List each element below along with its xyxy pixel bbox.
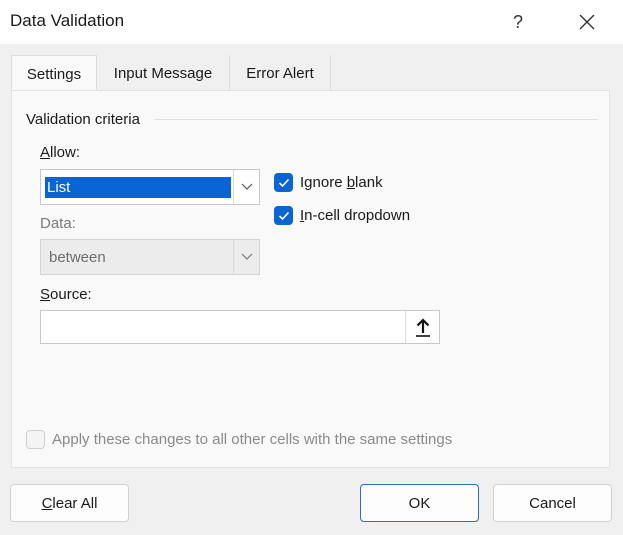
- in-cell-dropdown-check[interactable]: [274, 206, 293, 225]
- group-divider: [155, 119, 598, 120]
- tab-error-alert[interactable]: Error Alert: [230, 55, 331, 91]
- tab-settings-label: Settings: [26, 66, 82, 83]
- source-label: Source:: [40, 286, 92, 303]
- ignore-blank-checkbox[interactable]: Ignore blank: [274, 173, 383, 192]
- ok-label: OK: [408, 494, 431, 512]
- data-label: Data:: [40, 215, 76, 232]
- tab-input-message-label: Input Message: [113, 65, 213, 82]
- apply-to-all-label: Apply these changes to all other cells w…: [52, 431, 453, 448]
- collapse-dialog-arrow-up-icon: [415, 318, 430, 337]
- allow-dropdown[interactable]: List: [40, 169, 260, 205]
- data-dropdown-button: [233, 240, 259, 274]
- apply-to-all-checkbox[interactable]: Apply these changes to all other cells w…: [26, 430, 452, 449]
- clear-all-button[interactable]: Clear All: [10, 484, 129, 522]
- cancel-label: Cancel: [529, 494, 576, 512]
- source-collapse-button[interactable]: [405, 311, 439, 343]
- apply-to-all-check[interactable]: [26, 430, 45, 449]
- cancel-button[interactable]: Cancel: [493, 484, 612, 522]
- clear-all-label: Clear All: [41, 494, 98, 512]
- allow-value: List: [45, 177, 231, 198]
- tab-error-alert-label: Error Alert: [246, 65, 314, 82]
- allow-label: Allow:: [40, 144, 81, 161]
- checkmark-icon: [278, 178, 289, 187]
- validation-criteria-label: Validation criteria: [26, 111, 140, 128]
- chevron-down-icon: [241, 253, 252, 260]
- tab-settings[interactable]: Settings: [11, 55, 97, 91]
- data-dropdown: between: [40, 239, 260, 275]
- settings-panel: Validation criteria Allow: List Ignore b…: [11, 90, 610, 468]
- checkmark-icon: [278, 211, 289, 220]
- in-cell-dropdown-label: In-cell dropdown: [300, 207, 411, 224]
- dialog-title: Data Validation: [10, 11, 125, 30]
- title-bar: Data Validation ?: [0, 0, 623, 44]
- close-button[interactable]: [566, 6, 608, 38]
- in-cell-dropdown-checkbox[interactable]: In-cell dropdown: [274, 206, 410, 225]
- help-icon: ?: [512, 11, 523, 32]
- ignore-blank-label: Ignore blank: [300, 174, 383, 191]
- ignore-blank-check[interactable]: [274, 173, 293, 192]
- ok-button[interactable]: OK: [360, 484, 479, 522]
- help-button[interactable]: ?: [500, 6, 536, 38]
- allow-dropdown-button[interactable]: [233, 170, 259, 204]
- chevron-down-icon: [241, 183, 252, 190]
- source-input[interactable]: [40, 310, 440, 344]
- close-icon: [579, 14, 595, 30]
- data-value: between: [49, 249, 106, 266]
- tab-input-message[interactable]: Input Message: [97, 55, 230, 91]
